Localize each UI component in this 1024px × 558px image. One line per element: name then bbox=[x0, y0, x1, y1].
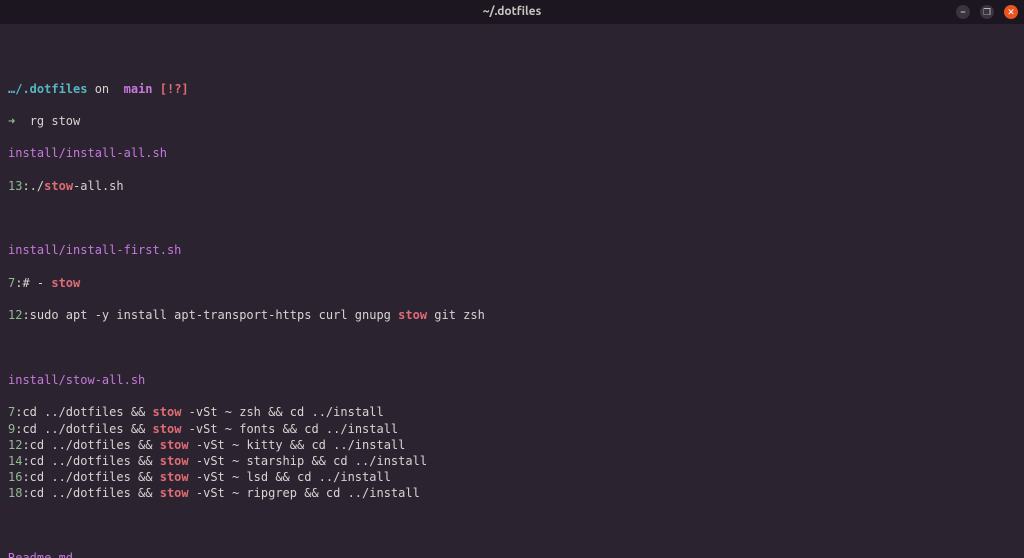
maximize-icon[interactable]: ❐ bbox=[980, 5, 994, 19]
titlebar: ~/.dotfiles – ❐ ✕ bbox=[0, 0, 1024, 24]
blank-line bbox=[8, 48, 1016, 64]
rg-match-line: 7:# - stow bbox=[8, 275, 1016, 291]
line-number: 18 bbox=[8, 486, 22, 500]
close-icon[interactable]: ✕ bbox=[1004, 5, 1018, 19]
git-branch: main bbox=[116, 82, 159, 96]
prompt-on: on bbox=[87, 82, 116, 96]
rg-match-line: 9:cd ../dotfiles && stow -vSt ~ fonts &&… bbox=[8, 421, 1016, 437]
match-highlight: stow bbox=[160, 438, 189, 452]
blank-line bbox=[8, 340, 1016, 356]
line-number: 12 bbox=[8, 438, 22, 452]
terminal[interactable]: …/.dotfiles on main [!?] ➜ rg stow insta… bbox=[0, 24, 1024, 558]
window-title: ~/.dotfiles bbox=[483, 4, 542, 20]
prompt-line: …/.dotfiles on main [!?] bbox=[8, 81, 1016, 97]
match-highlight: stow bbox=[398, 308, 427, 322]
window-controls: – ❐ ✕ bbox=[956, 5, 1018, 19]
rg-match-line: 13:./stow-all.sh bbox=[8, 178, 1016, 194]
rg-match-line: 14:cd ../dotfiles && stow -vSt ~ starshi… bbox=[8, 453, 1016, 469]
command-text: rg stow bbox=[30, 114, 81, 128]
match-highlight: stow bbox=[160, 486, 189, 500]
match-highlight: stow bbox=[153, 405, 182, 419]
match-highlight: stow bbox=[51, 276, 80, 290]
rg-match-line: 12:sudo apt -y install apt-transport-htt… bbox=[8, 307, 1016, 323]
rg-match-line: 18:cd ../dotfiles && stow -vSt ~ ripgrep… bbox=[8, 485, 1016, 501]
rg-match-line: 7:cd ../dotfiles && stow -vSt ~ zsh && c… bbox=[8, 404, 1016, 420]
path-folder: .dotfiles bbox=[22, 82, 87, 96]
line-number: 16 bbox=[8, 470, 22, 484]
rg-file-header: install/install-first.sh bbox=[8, 242, 1016, 258]
rg-file-header: install/install-all.sh bbox=[8, 145, 1016, 161]
rg-match-line: 12:cd ../dotfiles && stow -vSt ~ kitty &… bbox=[8, 437, 1016, 453]
match-highlight: stow bbox=[160, 470, 189, 484]
match-highlight: stow bbox=[44, 179, 73, 193]
rg-file-header: Readme.md bbox=[8, 550, 1016, 558]
path-ellipsis: …/ bbox=[8, 82, 22, 96]
prompt-arrow-icon: ➜ bbox=[8, 114, 30, 128]
command-line: ➜ rg stow bbox=[8, 113, 1016, 129]
blank-line bbox=[8, 518, 1016, 534]
match-highlight: stow bbox=[153, 422, 182, 436]
rg-match-line: 16:cd ../dotfiles && stow -vSt ~ lsd && … bbox=[8, 469, 1016, 485]
blank-line bbox=[8, 210, 1016, 226]
line-number: 14 bbox=[8, 454, 22, 468]
minimize-icon[interactable]: – bbox=[956, 5, 970, 19]
git-flags: [!?] bbox=[160, 82, 189, 96]
match-highlight: stow bbox=[160, 454, 189, 468]
rg-file-header: install/stow-all.sh bbox=[8, 372, 1016, 388]
